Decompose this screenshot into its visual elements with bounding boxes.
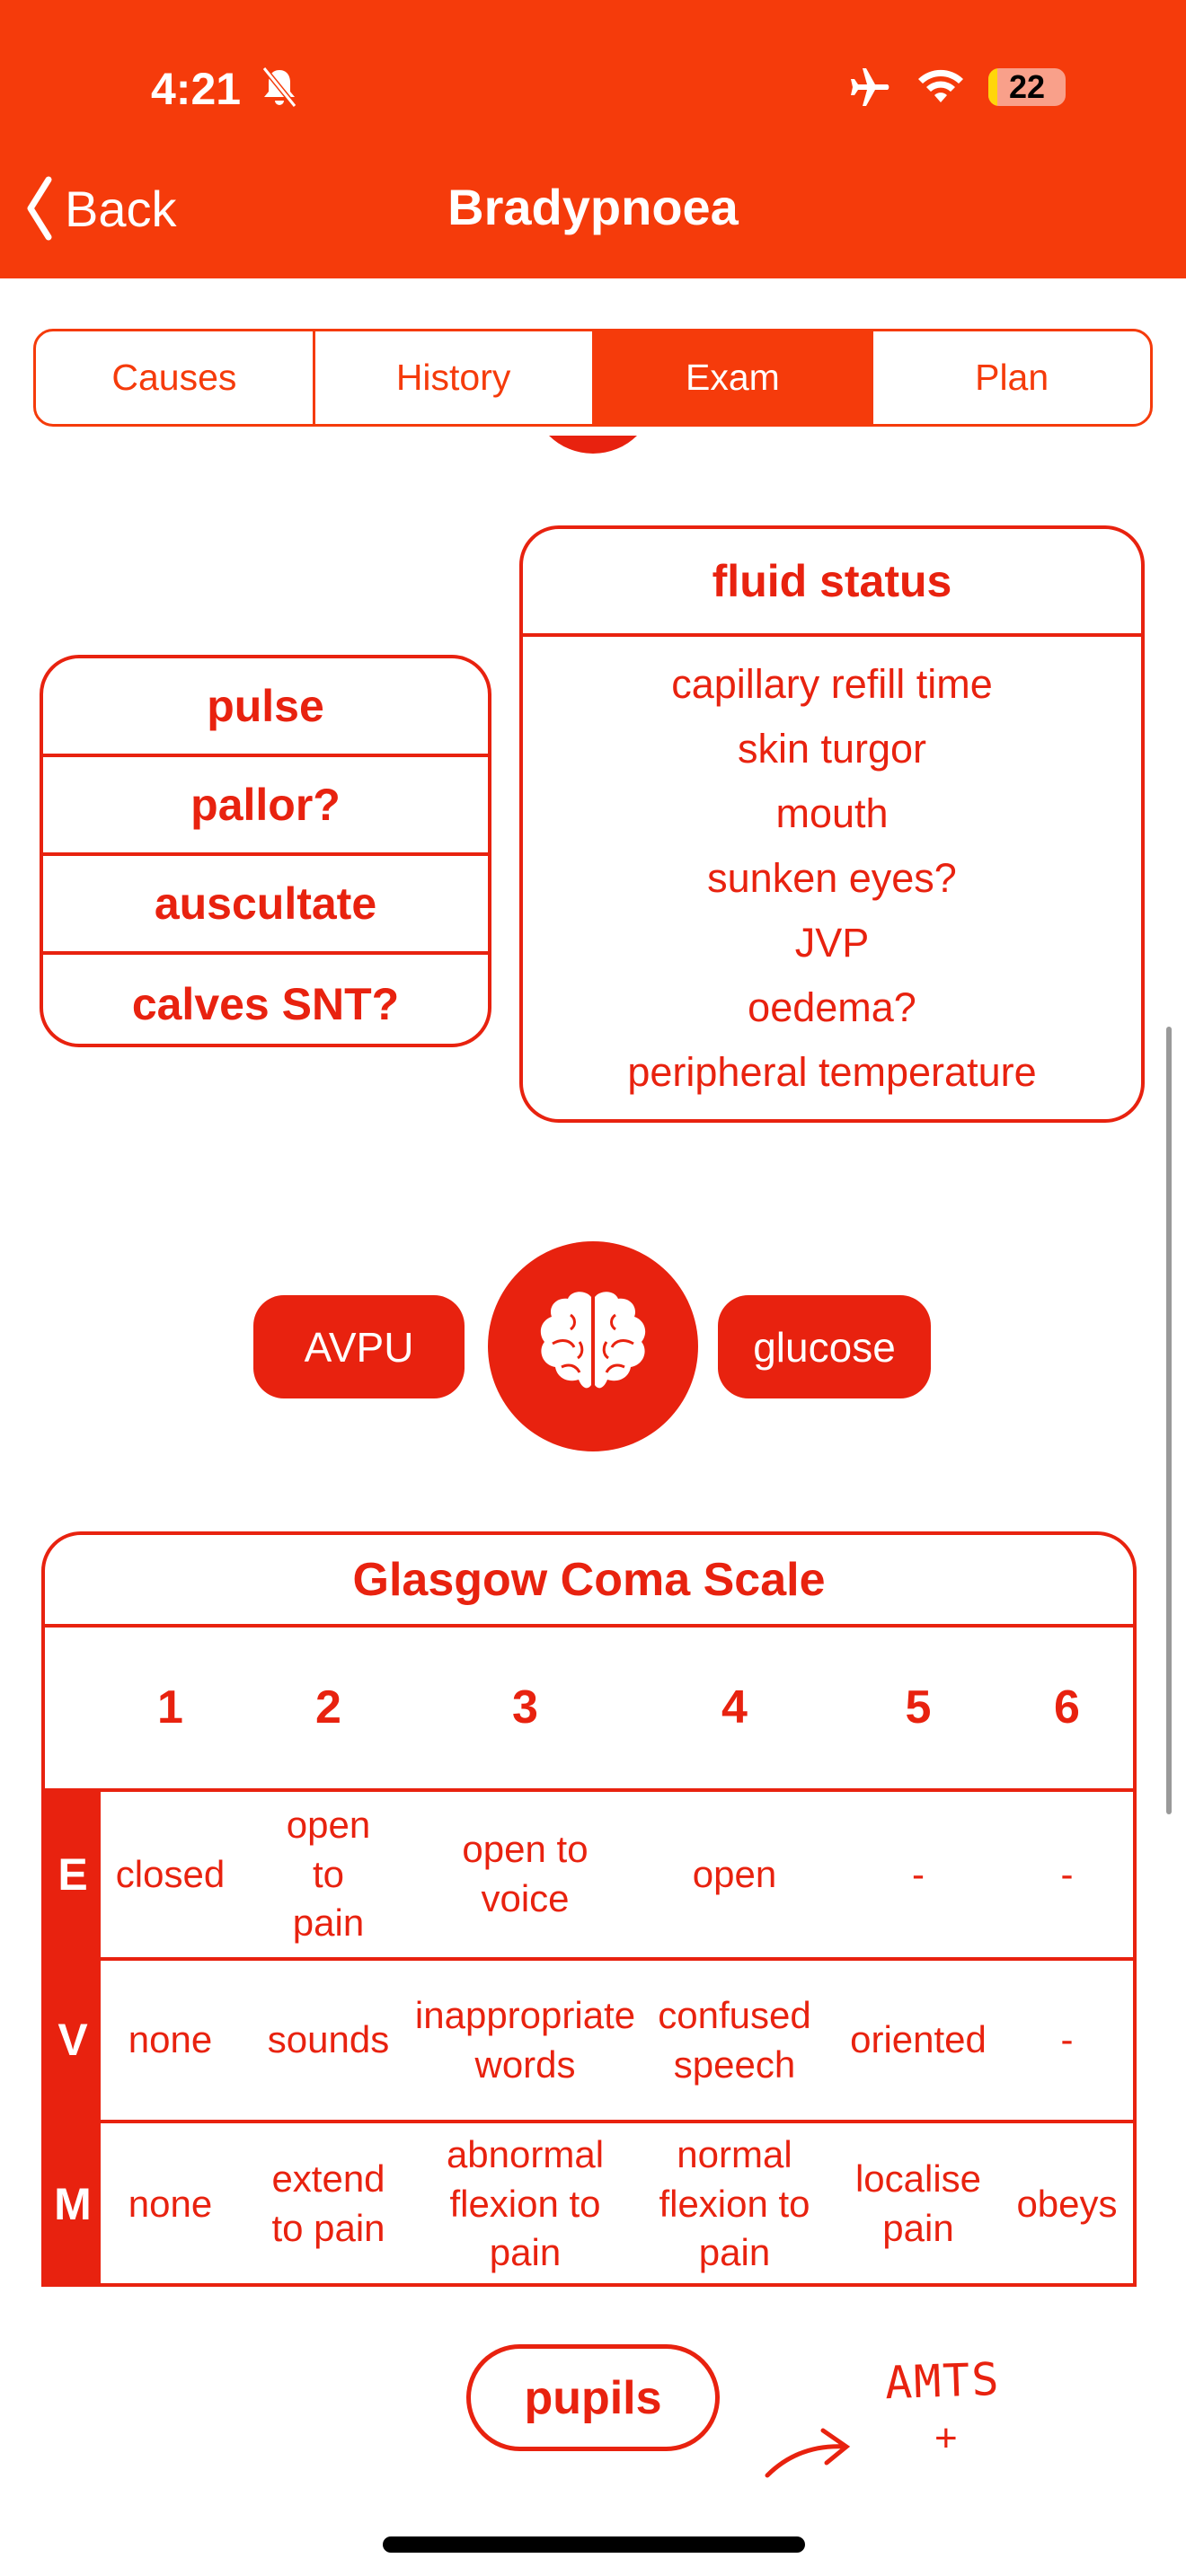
gcs-row-verbal: V none sounds inappropriate words confus… [45, 1961, 1133, 2123]
gcs-cell: localise pain [854, 2157, 982, 2249]
home-indicator[interactable] [383, 2536, 805, 2553]
gcs-cell: normal flexion to pain [659, 2133, 810, 2274]
tab-history[interactable]: History [315, 331, 595, 424]
avpu-button[interactable]: AVPU [253, 1295, 465, 1398]
gcs-score: 3 [512, 1681, 538, 1734]
gcs-cell: extend to pain [271, 2157, 385, 2249]
fluid-item: capillary refill time [671, 661, 993, 707]
gcs-cell: oriented [850, 2018, 987, 2061]
fluid-item: oedema? [748, 984, 916, 1030]
gcs-row-eyes: E closed open to pain open to voice open… [45, 1792, 1133, 1961]
fluid-item: mouth [775, 790, 889, 836]
brain-icon [540, 1292, 646, 1389]
exam-item-pulse[interactable]: pulse [43, 658, 488, 757]
gcs-cell: inappropriate words [414, 1993, 636, 2086]
exam-item-auscultate[interactable]: auscultate [43, 856, 488, 955]
gcs-cell: - [1060, 2018, 1074, 2061]
battery-level: 22 [1008, 68, 1046, 105]
status-time: 4:21 [151, 64, 242, 114]
nav-header: 4:21 22 Back Bradypnoea [0, 0, 1186, 278]
gcs-cell: sounds [267, 2018, 390, 2061]
gcs-score: 4 [721, 1681, 748, 1734]
exam-item-pallor[interactable]: pallor? [43, 757, 488, 856]
gcs-row-label: M [45, 2123, 101, 2283]
gcs-cell: open to pain [286, 1804, 371, 1945]
tab-plan[interactable]: Plan [873, 331, 1150, 424]
brain-button[interactable] [488, 1241, 698, 1451]
gcs-score: 5 [905, 1681, 932, 1734]
exam-item-calves[interactable]: calves SNT? [43, 955, 488, 1044]
gcs-cell: none [128, 2018, 213, 2061]
battery-indicator: 22 [988, 68, 1066, 106]
fluid-item: peripheral temperature [627, 1049, 1037, 1095]
airplane-icon [851, 68, 890, 106]
fluid-status-box: fluid status capillary refill time skin … [519, 525, 1145, 1123]
gcs-title: Glasgow Coma Scale [45, 1535, 1133, 1628]
gcs-score-header: 1 2 3 4 5 6 [45, 1628, 1133, 1792]
gcs-cell: confused speech [658, 1993, 811, 2086]
gcs-cell: - [912, 1852, 925, 1895]
gcs-cell: closed [115, 1852, 226, 1895]
gcs-cell: - [1060, 1852, 1074, 1895]
gcs-cell: open [692, 1852, 777, 1895]
wifi-icon [918, 69, 963, 102]
fluid-status-title: fluid status [523, 529, 1141, 637]
gcs-cell: obeys [1016, 2182, 1118, 2225]
partial-circle-clip [0, 436, 1186, 472]
gcs-cell: none [128, 2182, 213, 2225]
gcs-corner [45, 1628, 101, 1788]
tab-causes[interactable]: Causes [36, 331, 315, 424]
bell-muted-icon [261, 66, 297, 108]
segmented-tabs: Causes History Exam Plan [33, 329, 1153, 427]
pupils-button[interactable]: pupils [466, 2344, 720, 2451]
gcs-table: Glasgow Coma Scale 1 2 3 4 5 6 E closed … [41, 1531, 1137, 2287]
gcs-row-label: E [45, 1792, 101, 1957]
fluid-item: skin turgor [737, 726, 927, 772]
gcs-score: 6 [1054, 1681, 1080, 1734]
exam-circle-icon[interactable] [530, 436, 656, 454]
handwritten-amts: AMTS [884, 2352, 1002, 2410]
exam-list-box: pulse pallor? auscultate calves SNT? [40, 655, 491, 1047]
page-title: Bradypnoea [447, 179, 739, 235]
handwritten-arrow-icon [765, 2428, 851, 2478]
fluid-item: sunken eyes? [707, 855, 957, 901]
gcs-cell: abnormal flexion to pain [446, 2133, 605, 2274]
scrollbar[interactable] [1166, 1027, 1172, 1814]
gcs-cell: open to voice [462, 1828, 589, 1919]
glucose-button[interactable]: glucose [718, 1295, 931, 1398]
gcs-row-label: V [45, 1961, 101, 2120]
handwritten-plus: + [934, 2416, 958, 2460]
fluid-item: JVP [794, 920, 870, 966]
gcs-score: 1 [157, 1681, 183, 1734]
tab-exam[interactable]: Exam [594, 331, 874, 424]
gcs-row-motor: M none extend to pain abnormal flexion t… [45, 2123, 1133, 2283]
gcs-score: 2 [315, 1681, 341, 1734]
